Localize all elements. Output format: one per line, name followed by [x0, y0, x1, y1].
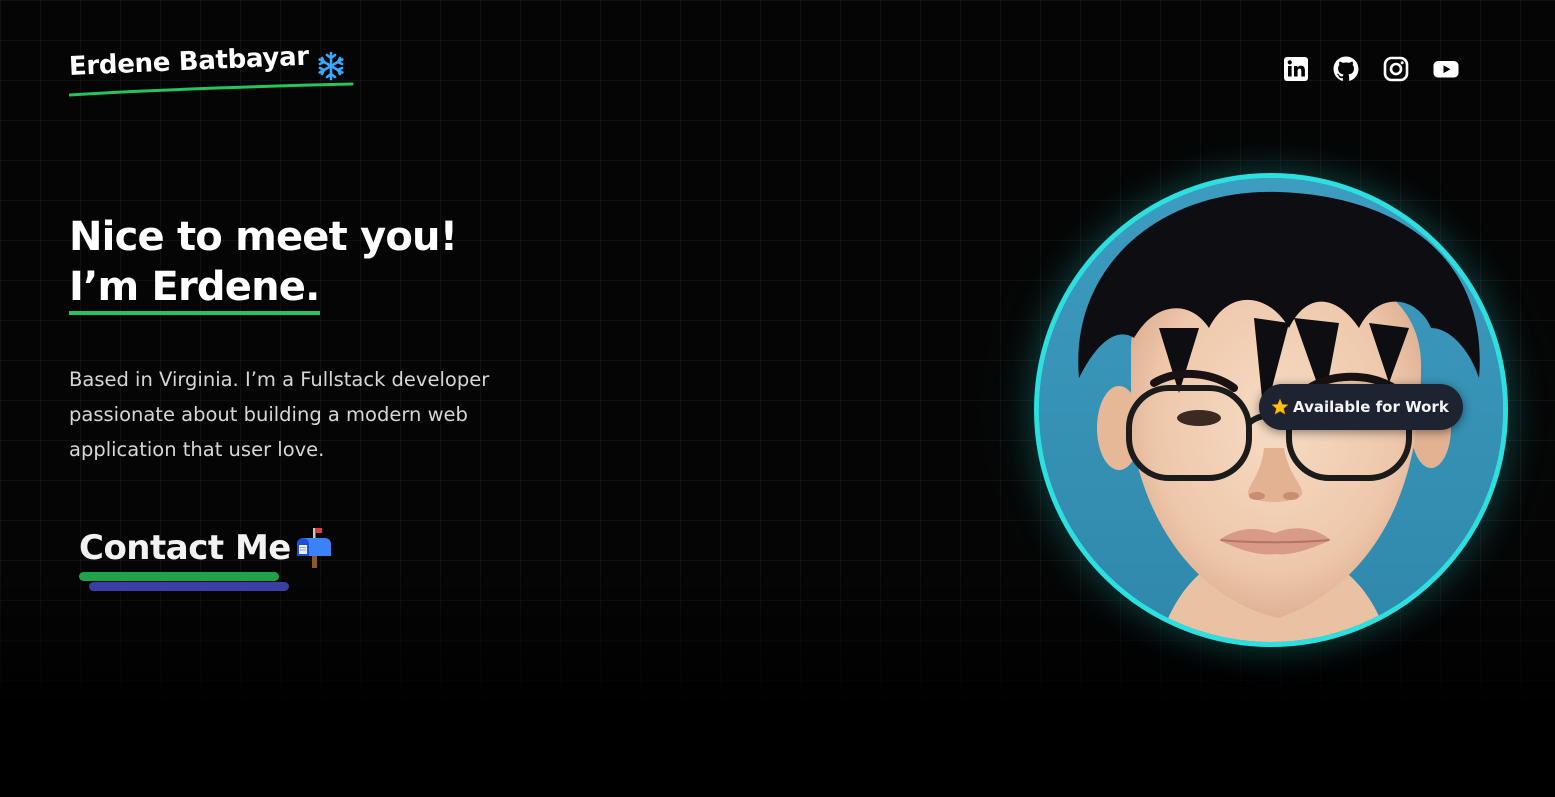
hero-title: Nice to meet you! I’m Erdene. — [69, 212, 458, 315]
social-links — [1283, 56, 1459, 82]
availability-badge: Available for Work — [1259, 384, 1463, 430]
contact-me-button[interactable]: Contact Me — [79, 526, 349, 596]
snowflake-icon — [318, 51, 344, 81]
contact-underline-green — [79, 572, 279, 581]
availability-badge-label: Available for Work — [1293, 398, 1449, 416]
github-link[interactable] — [1333, 56, 1359, 82]
linkedin-link[interactable] — [1283, 56, 1309, 82]
contact-underline-blue — [89, 582, 289, 591]
github-icon — [1333, 56, 1359, 81]
mailbox-icon — [297, 528, 331, 568]
star-icon — [1271, 398, 1289, 415]
linkedin-icon — [1284, 57, 1308, 81]
hero-title-name: I’m Erdene. — [69, 265, 320, 315]
youtube-icon — [1433, 61, 1459, 78]
instagram-link[interactable] — [1383, 56, 1409, 82]
contact-me-label: Contact Me — [79, 528, 291, 568]
hero-bio: Based in Virginia. I’m a Fullstack devel… — [69, 368, 490, 461]
youtube-link[interactable] — [1433, 56, 1459, 82]
instagram-icon — [1383, 56, 1409, 82]
hero-title-line1: Nice to meet you! — [69, 214, 458, 260]
site-logo[interactable]: Erdene Batbayar — [68, 42, 369, 102]
